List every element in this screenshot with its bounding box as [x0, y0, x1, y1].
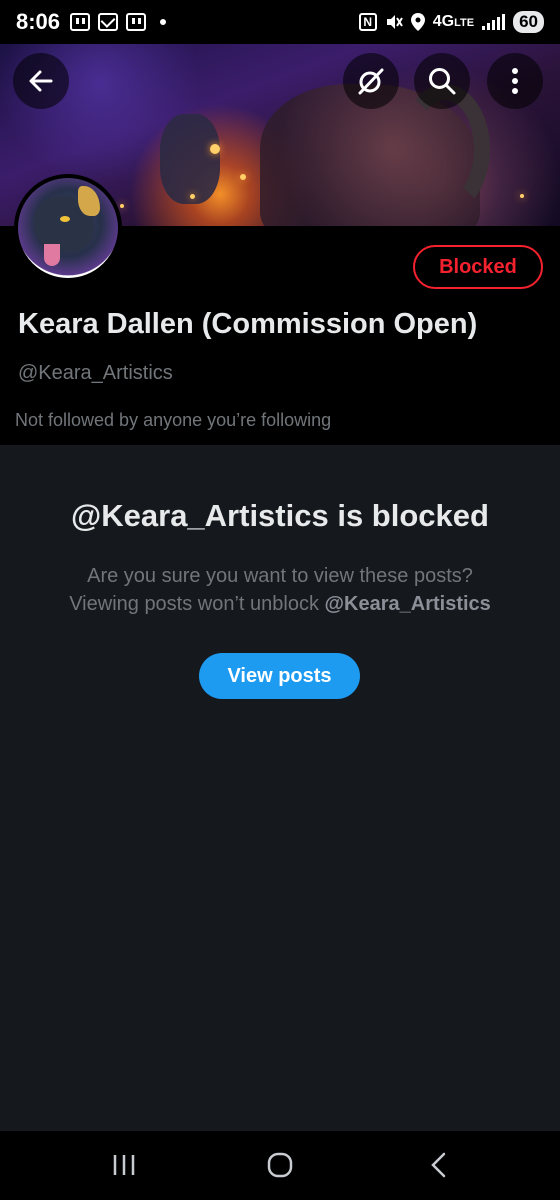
avatar-tongue — [44, 244, 60, 266]
signal-icon — [482, 14, 506, 30]
more-notifications-dot-icon — [160, 19, 167, 25]
notification-icons — [70, 13, 167, 31]
banner-spark — [210, 144, 220, 154]
status-bar: 8:06 N 4GLTE 60 — [0, 0, 560, 44]
battery-indicator: 60 — [513, 11, 544, 33]
blocked-button[interactable]: Blocked — [413, 245, 543, 289]
system-nav-bar — [0, 1131, 560, 1200]
location-icon — [410, 13, 425, 31]
banner-spark — [240, 174, 246, 180]
followed-by-note: Not followed by anyone you’re following — [15, 410, 332, 430]
avatar-eye — [60, 216, 70, 222]
profile-display-name: Keara Dallen (Commission Open) — [18, 308, 478, 340]
blocked-notice-handle: @Keara_Artistics — [324, 593, 491, 615]
status-time: 8:06 — [16, 9, 61, 34]
home-icon — [267, 1152, 293, 1178]
view-posts-button[interactable]: View posts — [199, 653, 360, 699]
search-button[interactable] — [414, 53, 470, 109]
banner-spark — [190, 194, 195, 199]
blocked-notice-question: Are you sure you want to view these post… — [87, 565, 473, 587]
twitch-notification-icon-2 — [126, 13, 147, 31]
more-vertical-icon — [512, 68, 518, 94]
avatar[interactable] — [14, 174, 122, 282]
nfc-icon: N — [358, 13, 377, 31]
mute-icon — [386, 15, 403, 29]
back-button[interactable] — [13, 53, 69, 109]
recent-apps-icon — [113, 1155, 135, 1175]
network-type: 4GLTE — [432, 13, 475, 30]
more-options-button[interactable] — [487, 53, 543, 109]
banner-spark — [520, 194, 524, 198]
banner-claw — [160, 114, 220, 204]
recent-apps-button[interactable] — [94, 1145, 154, 1185]
home-button[interactable] — [250, 1145, 310, 1185]
status-right: N 4GLTE 60 — [358, 11, 544, 33]
avatar-horn — [78, 186, 100, 216]
blocked-notice-info-text: Viewing posts won’t unblock — [69, 593, 325, 615]
back-chevron-icon — [431, 1152, 446, 1178]
grok-icon — [358, 68, 384, 95]
blocked-notice-info: Viewing posts won’t unblock @Keara_Artis… — [0, 593, 560, 616]
profile-handle: @Keara_Artistics — [18, 362, 173, 384]
mail-notification-icon — [98, 13, 119, 31]
search-icon — [429, 68, 456, 95]
blocked-notice-title: @Keara_Artistics is blocked — [71, 498, 489, 533]
arrow-left-icon — [29, 70, 53, 92]
twitch-notification-icon — [70, 13, 91, 31]
system-back-button[interactable] — [408, 1145, 468, 1185]
banner-spark — [120, 204, 124, 208]
grok-button[interactable] — [343, 53, 399, 109]
